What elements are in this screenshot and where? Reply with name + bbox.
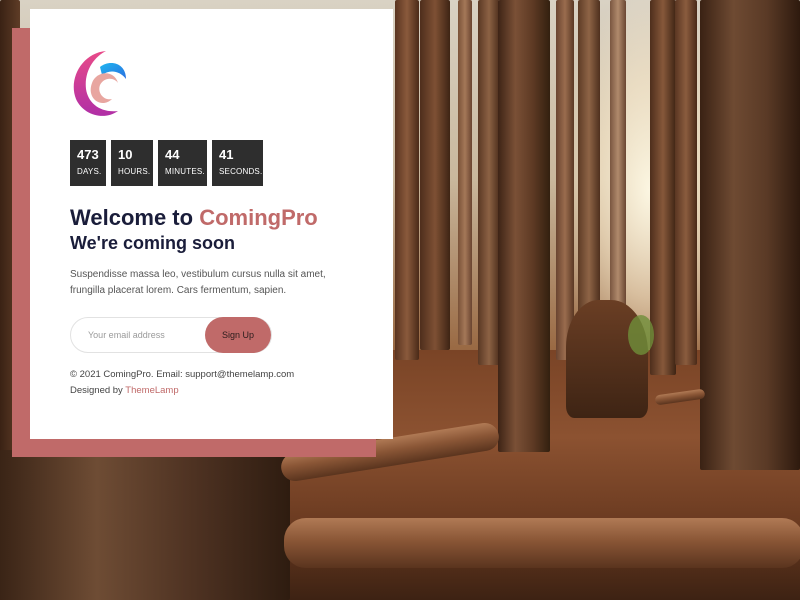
tree-trunk — [700, 0, 800, 470]
countdown-hours-value: 10 — [118, 147, 133, 162]
countdown-days: 473 DAYS. — [70, 140, 106, 186]
coming-soon-card: 473 DAYS. 10 HOURS. 44 MINUTES. 41 SECON… — [30, 9, 393, 439]
countdown-minutes: 44 MINUTES. — [158, 140, 207, 186]
tree-trunk — [0, 450, 290, 600]
countdown-hours-label: HOURS. — [118, 167, 151, 176]
tree-trunk — [650, 0, 676, 375]
copyright-text: © 2021 ComingPro. Email: support@themela… — [70, 369, 295, 380]
countdown-minutes-value: 44 — [165, 147, 180, 162]
tree-trunk — [420, 0, 450, 350]
brand-name: ComingPro — [199, 205, 318, 230]
countdown-days-label: DAYS. — [77, 167, 102, 176]
tree-trunk — [458, 0, 472, 345]
tree-trunk — [478, 0, 500, 365]
signup-form: Sign Up — [70, 317, 272, 353]
designed-by-label: Designed by — [70, 385, 126, 396]
countdown-timer: 473 DAYS. 10 HOURS. 44 MINUTES. 41 SECON… — [70, 140, 263, 186]
countdown-minutes-label: MINUTES. — [165, 167, 205, 176]
themelamp-link[interactable]: ThemeLamp — [125, 385, 178, 396]
footer: © 2021 ComingPro. Email: support@themela… — [70, 367, 294, 399]
page-subtitle: We're coming soon — [70, 233, 235, 253]
countdown-seconds-value: 41 — [219, 147, 234, 162]
countdown-days-value: 473 — [77, 147, 99, 162]
tree-trunk — [556, 0, 574, 360]
sign-up-button[interactable]: Sign Up — [205, 317, 271, 353]
fallen-log — [284, 518, 800, 568]
page-title: Welcome to ComingPro — [70, 205, 318, 231]
countdown-seconds-label: SECONDS. — [219, 167, 263, 176]
comingpro-logo-icon — [73, 51, 126, 116]
page-description: Suspendisse massa leo, vestibulum cursus… — [70, 269, 326, 296]
undergrowth — [628, 315, 654, 355]
tree-trunk — [610, 0, 626, 330]
tree-trunk — [498, 0, 550, 452]
designer-credit: Designed by ThemeLamp — [70, 383, 294, 399]
tree-trunk — [675, 0, 697, 365]
countdown-seconds: 41 SECONDS. — [212, 140, 263, 186]
tree-trunk — [578, 0, 600, 350]
title-prefix: Welcome to — [70, 205, 200, 230]
tree-trunk — [395, 0, 419, 360]
countdown-hours: 10 HOURS. — [111, 140, 153, 186]
